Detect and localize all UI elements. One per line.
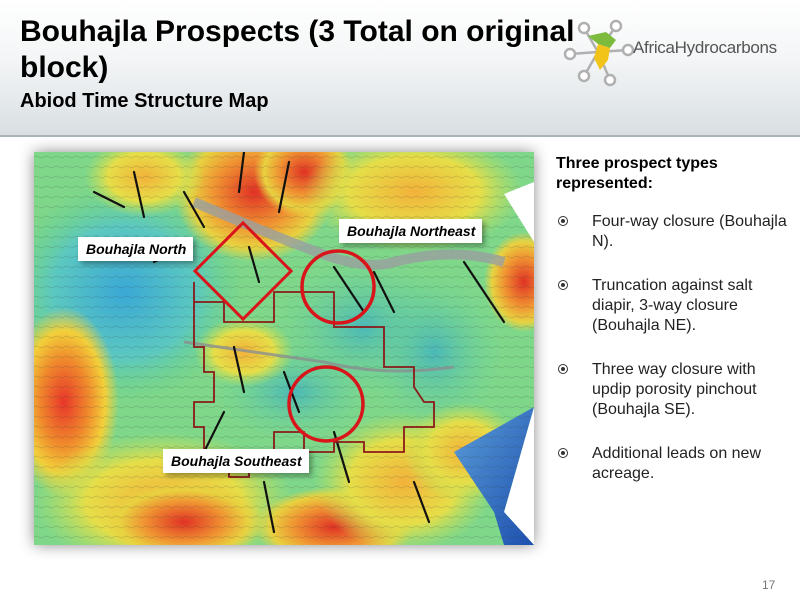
contour-map-graphic xyxy=(34,152,534,545)
bullet-icon xyxy=(558,448,568,458)
page-number: 17 xyxy=(762,578,776,592)
bullet-text: Three way closure with updip porosity pi… xyxy=(592,361,757,418)
logo-wordmark: AfricaHydrocarbons xyxy=(633,38,777,57)
header-divider xyxy=(0,135,800,137)
list-item: Three way closure with updip porosity pi… xyxy=(556,360,791,420)
bullet-text: Truncation against salt diapir, 3-way cl… xyxy=(592,277,753,334)
prospect-bullet-list: Four-way closure (Bouhajla N). Truncatio… xyxy=(556,212,791,484)
slide-subtitle: Abiod Time Structure Map xyxy=(20,90,269,112)
bullet-icon xyxy=(558,280,568,290)
africa-network-icon xyxy=(563,19,635,87)
panel-heading: Three prospect types represented: xyxy=(556,155,718,192)
list-item: Truncation against salt diapir, 3-way cl… xyxy=(556,276,791,336)
time-structure-map: Bouhajla North Bouhajla Northeast Bouhaj… xyxy=(34,152,534,545)
bullet-icon xyxy=(558,364,568,374)
company-logo: AfricaHydrocarbons xyxy=(558,14,798,90)
bullet-icon xyxy=(558,216,568,226)
list-item: Additional leads on new acreage. xyxy=(556,444,791,484)
prospect-types-panel: Three prospect types represented: Four-w… xyxy=(556,154,791,508)
label-bouhajla-north: Bouhajla North xyxy=(78,237,194,261)
label-bouhajla-northeast: Bouhajla Northeast xyxy=(339,219,483,243)
slide-header: Bouhajla Prospects (3 Total on original … xyxy=(0,0,800,135)
slide-title: Bouhajla Prospects (3 Total on original … xyxy=(20,15,575,84)
label-bouhajla-southeast: Bouhajla Southeast xyxy=(163,449,309,473)
bullet-text: Additional leads on new acreage. xyxy=(592,445,762,482)
list-item: Four-way closure (Bouhajla N). xyxy=(556,212,791,252)
bullet-text: Four-way closure (Bouhajla N). xyxy=(592,213,787,250)
